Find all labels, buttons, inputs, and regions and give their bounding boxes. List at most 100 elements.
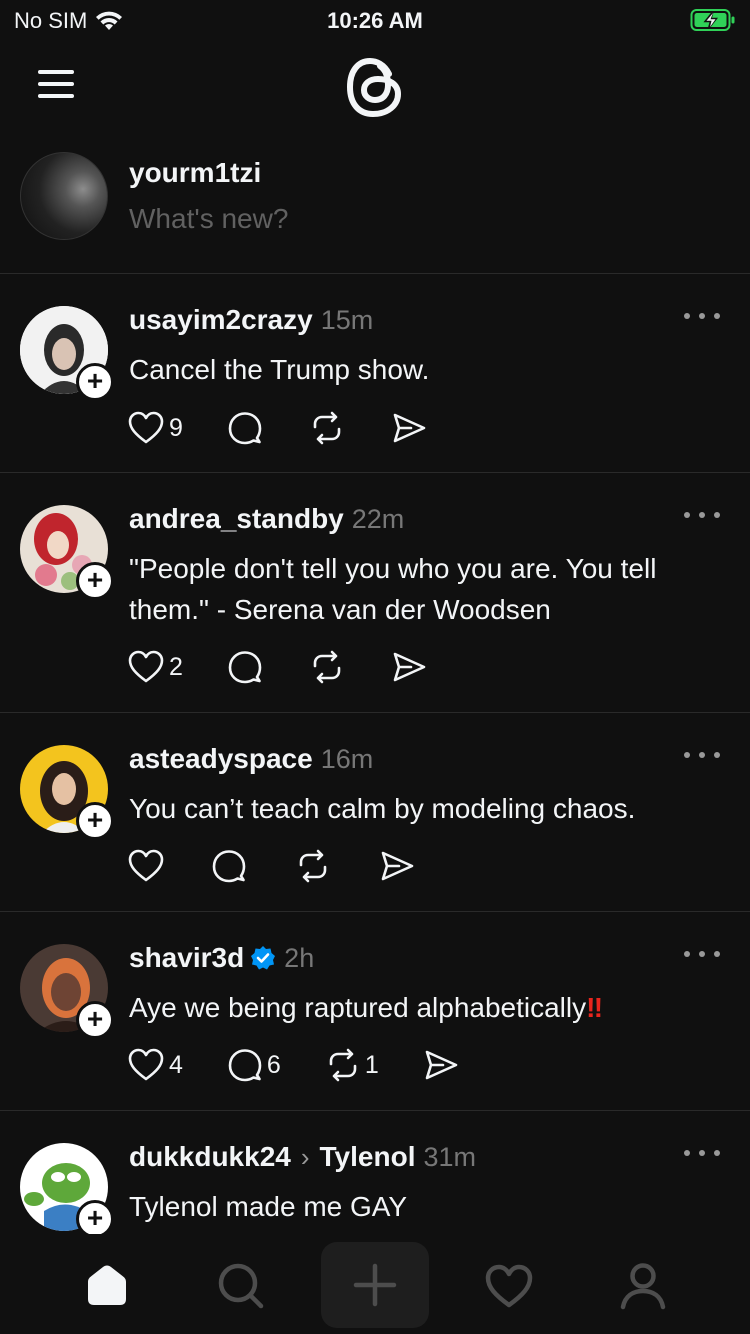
repost-button[interactable] <box>309 410 345 446</box>
reply-button[interactable] <box>227 649 263 685</box>
post-username[interactable]: asteadyspace <box>129 743 313 775</box>
post-username[interactable]: usayim2crazy <box>129 304 313 336</box>
reply-count: 6 <box>266 1050 281 1079</box>
more-options-icon[interactable] <box>684 944 720 964</box>
like-count: 2 <box>169 652 183 681</box>
post-header: usayim2crazy 15m <box>129 304 373 336</box>
clock: 10:26 AM <box>327 8 423 33</box>
verified-badge-icon <box>251 946 276 970</box>
composer-input[interactable]: What's new? <box>129 203 288 235</box>
repost-icon <box>313 650 341 684</box>
repost-button[interactable] <box>309 649 345 685</box>
community-name[interactable]: Tylenol <box>320 1141 416 1173</box>
share-icon <box>381 851 414 881</box>
like-button[interactable] <box>127 848 165 884</box>
repost-button[interactable] <box>295 848 331 884</box>
like-button[interactable]: 2 <box>127 649 183 685</box>
heart-icon <box>128 1048 164 1081</box>
share-button[interactable] <box>379 848 415 884</box>
like-count: 4 <box>169 1050 183 1079</box>
tab-profile[interactable] <box>595 1246 691 1326</box>
like-button[interactable]: 9 <box>127 410 183 446</box>
repost-count: 1 <box>364 1050 379 1079</box>
comment-icon <box>228 412 262 445</box>
more-options-icon[interactable] <box>684 745 720 765</box>
search-icon <box>218 1263 264 1309</box>
like-button[interactable]: 4 <box>127 1047 183 1083</box>
more-options-icon[interactable] <box>684 1143 720 1163</box>
post-username[interactable]: andrea_standby <box>129 503 344 535</box>
more-options-icon[interactable] <box>684 505 720 525</box>
heart-icon <box>128 849 164 882</box>
share-button[interactable] <box>391 649 427 685</box>
plus-icon <box>353 1263 397 1307</box>
post-text: Aye we being raptured alphabetically‼ <box>129 987 729 1028</box>
reply-button[interactable] <box>227 410 263 446</box>
battery-charging-icon <box>690 8 736 37</box>
post-header: asteadyspace 16m <box>129 743 373 775</box>
share-icon <box>425 1050 458 1080</box>
share-button[interactable] <box>423 1047 459 1083</box>
tab-create[interactable] <box>321 1242 429 1328</box>
post-actions: 2 <box>127 647 427 687</box>
share-button[interactable] <box>391 410 427 446</box>
post[interactable]: + shavir3d 2h Aye we being raptured alph… <box>0 912 750 1111</box>
repost-icon <box>329 1048 357 1082</box>
post-text: Tylenol made me GAY <box>129 1191 408 1222</box>
more-options-icon[interactable] <box>684 306 720 326</box>
follow-plus-button[interactable]: + <box>76 1001 114 1039</box>
like-count: 9 <box>169 413 183 442</box>
repost-icon <box>313 411 341 445</box>
threads-logo-icon[interactable] <box>342 52 408 122</box>
post-text: Cancel the Trump show. <box>129 354 430 385</box>
post-time: 15m <box>320 304 374 335</box>
post-text-body: Aye we being raptured alphabetically <box>129 992 587 1023</box>
post[interactable]: + andrea_standby 22m "People don't tell … <box>0 473 750 713</box>
post-time: 22m <box>351 503 405 534</box>
post-text: You can’t teach calm by modeling chaos. <box>129 793 636 824</box>
post-header: andrea_standby 22m <box>129 503 404 535</box>
follow-plus-button[interactable]: + <box>76 802 114 840</box>
heart-icon <box>485 1264 533 1308</box>
comment-icon <box>212 850 246 883</box>
follow-plus-button[interactable]: + <box>76 562 114 600</box>
post-actions: 9 <box>127 408 427 448</box>
person-icon <box>620 1263 666 1310</box>
tab-bar <box>0 1234 750 1334</box>
feed: + usayim2crazy 15m Cancel the Trump show… <box>0 274 750 1251</box>
follow-plus-button[interactable]: + <box>76 363 114 401</box>
follow-plus-button[interactable]: + <box>76 1200 114 1238</box>
post-time: 16m <box>320 743 374 774</box>
post[interactable]: + asteadyspace 16m You can’t teach calm … <box>0 713 750 912</box>
avatar[interactable] <box>20 152 108 240</box>
tab-home[interactable] <box>59 1246 155 1326</box>
reply-button[interactable]: 6 <box>227 1047 281 1083</box>
comment-icon <box>228 651 262 684</box>
post-text: "People don't tell you who you are. You … <box>129 553 657 625</box>
top-navigation <box>0 50 750 120</box>
status-bar: No SIM 10:26 AM <box>0 0 750 42</box>
comment-icon <box>228 1049 262 1082</box>
post-time: 2h <box>284 942 315 973</box>
chevron-right-icon: › <box>300 1141 310 1172</box>
repost-icon <box>299 849 327 883</box>
heart-icon <box>128 411 164 444</box>
share-icon <box>393 652 426 682</box>
reply-button[interactable] <box>211 848 247 884</box>
new-thread-composer[interactable]: yourm1tzi What's new? <box>0 140 750 274</box>
tab-search[interactable] <box>193 1246 289 1326</box>
post-header: dukkdukk24 › Tylenol 31m <box>129 1141 476 1173</box>
post[interactable]: + dukkdukk24 › Tylenol 31m Tylenol made … <box>0 1111 750 1251</box>
post[interactable]: + usayim2crazy 15m Cancel the Trump show… <box>0 274 750 473</box>
home-icon <box>88 1265 126 1305</box>
post-actions: 4 6 1 <box>127 1045 459 1085</box>
post-time: 31m <box>423 1141 476 1172</box>
post-username[interactable]: dukkdukk24 <box>129 1141 291 1173</box>
hamburger-menu-icon[interactable] <box>36 70 76 100</box>
tab-activity[interactable] <box>461 1246 557 1326</box>
post-username[interactable]: shavir3d <box>129 942 244 974</box>
repost-button[interactable]: 1 <box>325 1047 379 1083</box>
post-actions <box>127 846 415 886</box>
double-exclamation-emoji: ‼ <box>586 992 603 1023</box>
composer-username: yourm1tzi <box>129 157 262 188</box>
